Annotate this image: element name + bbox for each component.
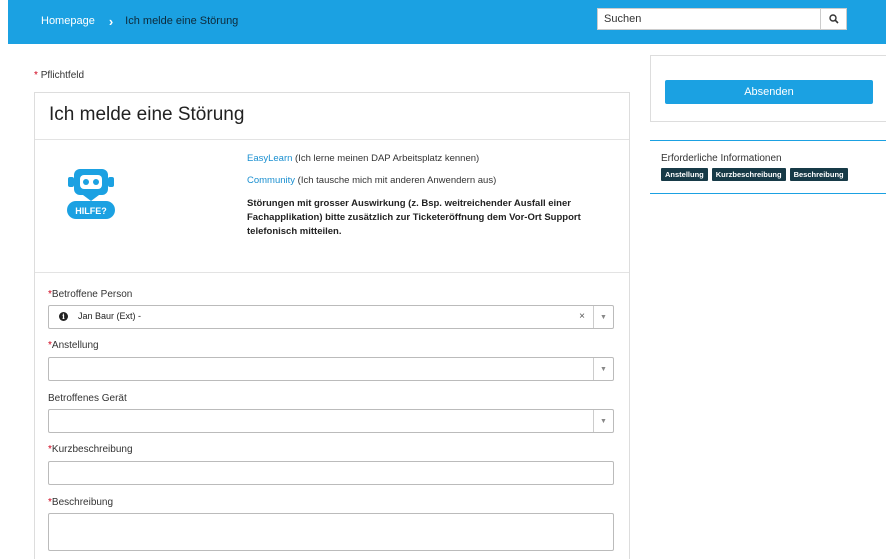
divider — [35, 272, 629, 273]
search-icon — [828, 14, 839, 24]
required-info-panel: Erforderliche Informationen Anstellung K… — [650, 140, 886, 194]
required-info-title: Erforderliche Informationen — [661, 153, 782, 164]
incident-form: Ich melde eine Störung HILFE? EasyLearn … — [34, 92, 630, 559]
chevron-down-icon[interactable]: ▼ — [593, 410, 613, 432]
kurzbeschreibung-field-label: *Kurzbeschreibung — [48, 444, 133, 455]
required-tag: Anstellung — [661, 168, 708, 181]
community-line: Community (Ich tausche mich mit anderen … — [247, 175, 607, 186]
community-link[interactable]: Community — [247, 175, 295, 186]
required-info-tags: Anstellung Kurzbeschreibung Beschreibung — [661, 168, 848, 181]
person-label-text: Betroffene Person — [51, 289, 133, 300]
clear-icon[interactable]: × — [579, 311, 585, 322]
required-tag: Beschreibung — [789, 168, 848, 181]
person-value-text: Jan Baur (Ext) - — [78, 311, 142, 321]
person-field-label: *Betroffene Person — [48, 289, 132, 300]
info-icon[interactable]: i — [59, 311, 68, 321]
support-notice-line: Fachapplikation) bitte zusätzlich zur Ti… — [247, 212, 581, 223]
divider — [35, 139, 629, 140]
breadcrumb: Homepage › Ich melde eine Störung — [41, 13, 239, 29]
breadcrumb-current: Ich melde eine Störung — [125, 15, 239, 27]
help-badge-text: HILFE? — [75, 206, 107, 216]
anstellung-field-label: *Anstellung — [48, 340, 99, 351]
search-input[interactable] — [597, 8, 820, 30]
geraet-select[interactable]: ▼ — [48, 409, 614, 433]
easylearn-text: (Ich lerne meinen DAP Arbeitsplatz kenne… — [292, 153, 480, 164]
anstellung-select[interactable]: ▼ — [48, 357, 614, 381]
page-title: Ich melde eine Störung — [49, 104, 245, 125]
beschreibung-label-text: Beschreibung — [51, 497, 114, 508]
chevron-down-icon[interactable]: ▼ — [593, 358, 613, 380]
person-select[interactable]: i Jan Baur (Ext) - × ▼ — [48, 305, 614, 329]
info-block: EasyLearn (Ich lerne meinen DAP Arbeitsp… — [247, 153, 607, 239]
easylearn-line: EasyLearn (Ich lerne meinen DAP Arbeitsp… — [247, 153, 607, 164]
required-tag: Kurzbeschreibung — [711, 168, 786, 181]
search-button[interactable] — [820, 8, 847, 30]
kurzbeschreibung-input[interactable] — [48, 461, 614, 485]
submit-card: Absenden — [650, 55, 886, 122]
beschreibung-field-label: *Beschreibung — [48, 497, 113, 508]
breadcrumb-chevron-icon: › — [108, 13, 114, 29]
top-navigation-bar: Homepage › Ich melde eine Störung — [8, 0, 886, 44]
breadcrumb-home-link[interactable]: Homepage — [41, 15, 95, 27]
support-notice: Störungen mit grosser Auswirkung (z. Bsp… — [247, 197, 607, 239]
kurzbeschreibung-label-text: Kurzbeschreibung — [51, 444, 133, 455]
anstellung-label-text: Anstellung — [51, 340, 99, 351]
search-box — [597, 8, 847, 30]
geraet-field-label: Betroffenes Gerät — [48, 393, 127, 404]
person-value: i Jan Baur (Ext) - — [59, 311, 141, 321]
community-text: (Ich tausche mich mit anderen Anwendern … — [295, 175, 497, 186]
support-notice-line: Störungen mit grosser Auswirkung (z. Bsp… — [247, 198, 571, 209]
support-notice-line: telefonisch mitteilen. — [247, 226, 342, 237]
required-marker: * — [34, 70, 38, 81]
beschreibung-textarea[interactable] — [48, 513, 614, 551]
required-field-note: * Pflichtfeld — [34, 70, 84, 81]
required-note-text: Pflichtfeld — [40, 70, 85, 81]
chevron-down-icon[interactable]: ▼ — [593, 306, 613, 328]
submit-button[interactable]: Absenden — [665, 80, 873, 104]
robot-help-icon: HILFE? — [67, 169, 115, 219]
easylearn-link[interactable]: EasyLearn — [247, 153, 292, 164]
